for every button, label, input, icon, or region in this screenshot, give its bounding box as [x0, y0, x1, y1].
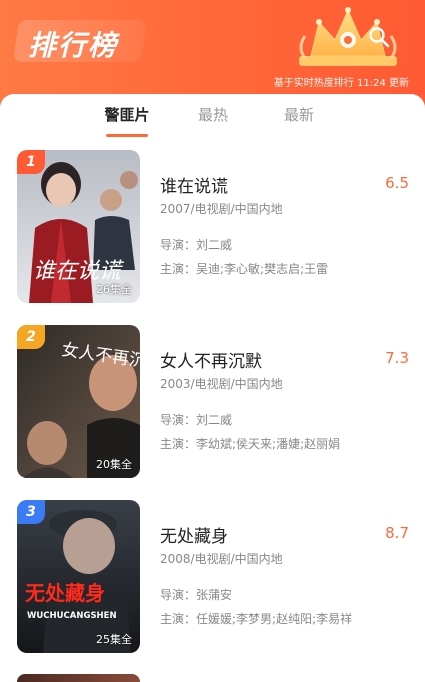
- drama-title[interactable]: 谁在说谎: [160, 172, 228, 197]
- meta-info: 2007/电视剧/中国内地: [160, 202, 283, 216]
- score: 6.5: [385, 174, 409, 192]
- tab-hottest[interactable]: 最热: [178, 104, 248, 125]
- rank-badge: 2: [17, 325, 45, 349]
- drama-title[interactable]: 女人不再沉默: [160, 347, 262, 372]
- list-item[interactable]: 无处藏身 WUCHUCANGSHEN 3 25集全 无处藏身 8.7 2008/…: [0, 500, 425, 675]
- rank-badge: 3: [17, 500, 45, 524]
- search-button[interactable]: [365, 23, 393, 51]
- tab-newest[interactable]: 最新: [264, 104, 334, 125]
- score: 7.3: [385, 349, 409, 367]
- poster[interactable]: 女人不再沉默 2 20集全: [17, 325, 140, 478]
- search-icon: [369, 27, 390, 48]
- poster-title: 无处藏身: [25, 581, 105, 605]
- meta-info: 2008/电视剧/中国内地: [160, 552, 283, 566]
- cast: 主演：任媛媛;李梦男;赵纯阳;李易祥: [160, 612, 353, 626]
- director: 导演：张蒲安: [160, 588, 233, 602]
- director: 导演：刘二威: [160, 238, 233, 252]
- tab-bar: 警匪片 最热 最新: [0, 94, 425, 144]
- poster[interactable]: 谁在说谎 1 26集全: [17, 150, 140, 303]
- ranking-list: 谁在说谎 1 26集全 谁在说谎 6.5 2007/电视剧/中国内地 导演：刘二…: [0, 150, 425, 675]
- meta-info: 2003/电视剧/中国内地: [160, 377, 283, 391]
- director: 导演：刘二威: [160, 413, 233, 427]
- episode-count: 26集全: [96, 283, 132, 296]
- cast: 主演：李幼斌;侯天来;潘婕;赵丽娟: [160, 437, 341, 451]
- drama-title[interactable]: 无处藏身: [160, 522, 228, 547]
- list-item[interactable]: 谁在说谎 1 26集全 谁在说谎 6.5 2007/电视剧/中国内地 导演：刘二…: [0, 150, 425, 325]
- list-item[interactable]: 女人不再沉默 2 20集全 女人不再沉默 7.3 2003/电视剧/中国内地 导…: [0, 325, 425, 500]
- cast: 主演：吴迪;李心敏;樊志启;王雷: [160, 262, 329, 276]
- poster-subtitle: WUCHUCANGSHEN: [27, 611, 117, 621]
- episode-count: 25集全: [96, 633, 132, 646]
- main-content: 警匪片 最热 最新 谁在说谎 1 26集全 谁在说谎 6.5 2007/电视剧/…: [0, 94, 425, 680]
- tab-indicator: [106, 134, 148, 137]
- update-note: 基于实时热度排行 11:24 更新: [273, 78, 409, 89]
- score: 8.7: [385, 524, 409, 542]
- page-title: 排行榜: [28, 29, 119, 62]
- poster[interactable]: 无处藏身 WUCHUCANGSHEN 3 25集全: [17, 500, 140, 653]
- rank-badge: 1: [17, 150, 45, 174]
- tab-police[interactable]: 警匪片: [92, 104, 162, 125]
- episode-count: 20集全: [96, 458, 132, 471]
- next-poster-peek[interactable]: [17, 674, 140, 682]
